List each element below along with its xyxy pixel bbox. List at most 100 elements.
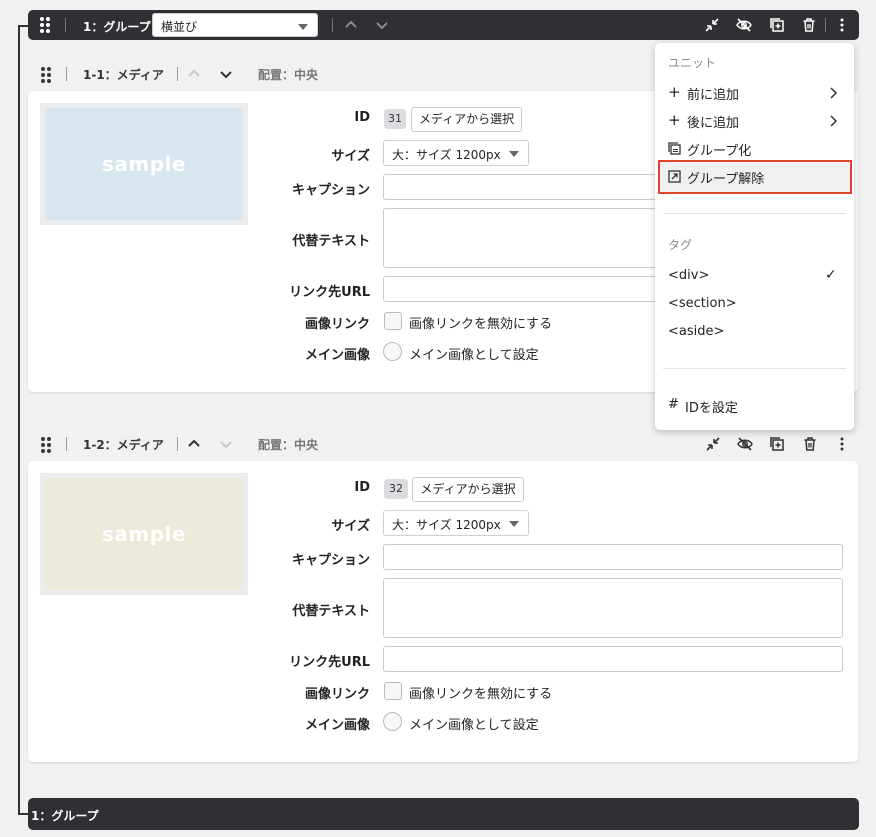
alt-text-textarea[interactable] [383,578,843,638]
main-image-radio[interactable] [383,712,402,731]
unit-title: 1-2：メディア [83,438,164,452]
media-thumbnail[interactable]: sample [40,103,248,225]
menu-item-set-id[interactable]: # IDを設定 [668,397,848,416]
unit-placement: 配置：中央 [258,438,319,452]
kebab-icon[interactable] [834,436,850,452]
menu-item-tag-aside[interactable]: <aside> [668,324,724,339]
trash-icon[interactable] [801,17,817,33]
layout-select-value: 横並び [161,20,198,34]
menu-item-add-after[interactable]: + 後に追加 [668,111,848,131]
menu-item-tag-div[interactable]: <div> ✓ [668,267,848,286]
eye-slash-icon[interactable] [736,17,752,33]
chevron-down-icon [509,521,519,527]
id-label: ID [354,110,370,125]
menu-divider [663,368,846,369]
group-header: 1：グループ 横並び [28,10,859,40]
media-thumbnail[interactable]: sample [40,473,248,595]
disable-image-link-checkbox[interactable] [384,682,402,700]
link-url-input[interactable] [383,276,659,302]
sample-text: sample [102,152,186,176]
size-select[interactable]: 大：サイズ 1200px [383,140,529,166]
id-label: ID [354,480,370,495]
chevron-down-icon[interactable] [374,17,390,33]
chevron-down-icon[interactable] [218,436,234,452]
collapse-arrows-icon[interactable] [705,436,721,452]
size-select-value: 大：サイズ 1200px [392,148,501,162]
menu-item-set-id-label: IDを設定 [685,401,738,416]
link-url-input[interactable] [383,646,843,672]
chevron-up-icon[interactable] [186,436,202,452]
main-image-radio[interactable] [383,342,402,361]
menu-section-unit: ユニット [668,56,717,70]
kebab-icon[interactable] [834,17,850,33]
collapse-arrows-icon[interactable] [704,17,720,33]
menu-item-group[interactable]: グループ化 [668,140,848,159]
separator [177,67,178,81]
eye-slash-icon[interactable] [737,436,753,452]
group-icon [668,142,681,155]
hash-icon: # [668,397,679,412]
main-image-label: メイン画像 [304,348,370,363]
drag-handle-icon[interactable] [41,437,53,453]
disable-image-link-text: 画像リンクを無効にする [409,687,553,702]
menu-item-add-after-label: 後に追加 [687,116,740,131]
main-image-text: メイン画像として設定 [409,348,539,363]
caption-input[interactable] [383,544,843,570]
separator [332,18,333,32]
duplicate-icon[interactable] [769,17,785,33]
caption-input[interactable] [383,174,659,200]
alt-text-textarea[interactable] [383,208,659,268]
group-connector-line [18,25,20,815]
caption-label: キャプション [291,553,370,568]
size-label: サイズ [331,519,370,534]
media-id-badge: 32 [384,479,408,499]
chevron-down-icon [298,24,308,30]
group-footer: 1：グループ [28,798,859,830]
media-image-placeholder: sample [45,478,243,590]
menu-item-tag-section[interactable]: <section> [668,296,737,311]
image-link-label: 画像リンク [304,317,370,332]
alt-text-label: 代替テキスト [292,234,370,249]
size-label: サイズ [331,149,370,164]
menu-item-add-before[interactable]: + 前に追加 [668,83,848,103]
disable-image-link-checkbox[interactable] [384,312,402,330]
media-id-badge: 31 [384,109,406,129]
select-media-button[interactable]: メディアから選択 [411,107,522,132]
duplicate-icon[interactable] [769,436,785,452]
separator [825,18,826,32]
main-image-label: メイン画像 [304,718,370,733]
plus-icon: + [668,83,681,101]
select-media-button[interactable]: メディアから選択 [412,477,524,502]
separator [66,437,67,451]
trash-icon[interactable] [802,436,818,452]
group-connector-bottom [18,813,28,815]
chevron-down-icon[interactable] [218,66,234,82]
chevron-up-icon[interactable] [186,66,202,82]
separator [177,437,178,451]
unit-header-2: 1-2：メディア 配置：中央 [28,430,858,458]
caption-label: キャプション [291,183,370,198]
chevron-right-icon [830,115,838,127]
drag-handle-icon[interactable] [40,17,52,33]
image-link-label: 画像リンク [304,687,370,702]
disable-image-link-text: 画像リンクを無効にする [409,317,553,332]
chevron-right-icon [830,87,838,99]
ungroup-icon [668,170,681,183]
size-select-value: 大：サイズ 1200px [392,518,501,532]
menu-item-group-label: グループ化 [687,144,752,159]
size-select[interactable]: 大：サイズ 1200px [383,510,529,536]
sample-text: sample [102,522,186,546]
menu-item-ungroup-label: グループ解除 [687,172,765,187]
group-footer-title: 1：グループ [31,809,99,823]
menu-item-tag-div-label: <div> [668,268,710,283]
separator [65,18,66,32]
menu-section-tag: タグ [668,238,693,252]
layout-select[interactable]: 横並び [152,13,318,37]
chevron-up-icon[interactable] [343,17,359,33]
drag-handle-icon[interactable] [41,67,53,83]
menu-item-ungroup[interactable]: グループ解除 [668,168,848,187]
unit-title: 1-1：メディア [83,68,164,82]
unit-placement: 配置：中央 [258,68,319,82]
unit-card-2: sample ID 32 メディアから選択 サイズ 大：サイズ 1200px キ… [28,461,858,762]
link-url-label: リンク先URL [289,285,370,300]
